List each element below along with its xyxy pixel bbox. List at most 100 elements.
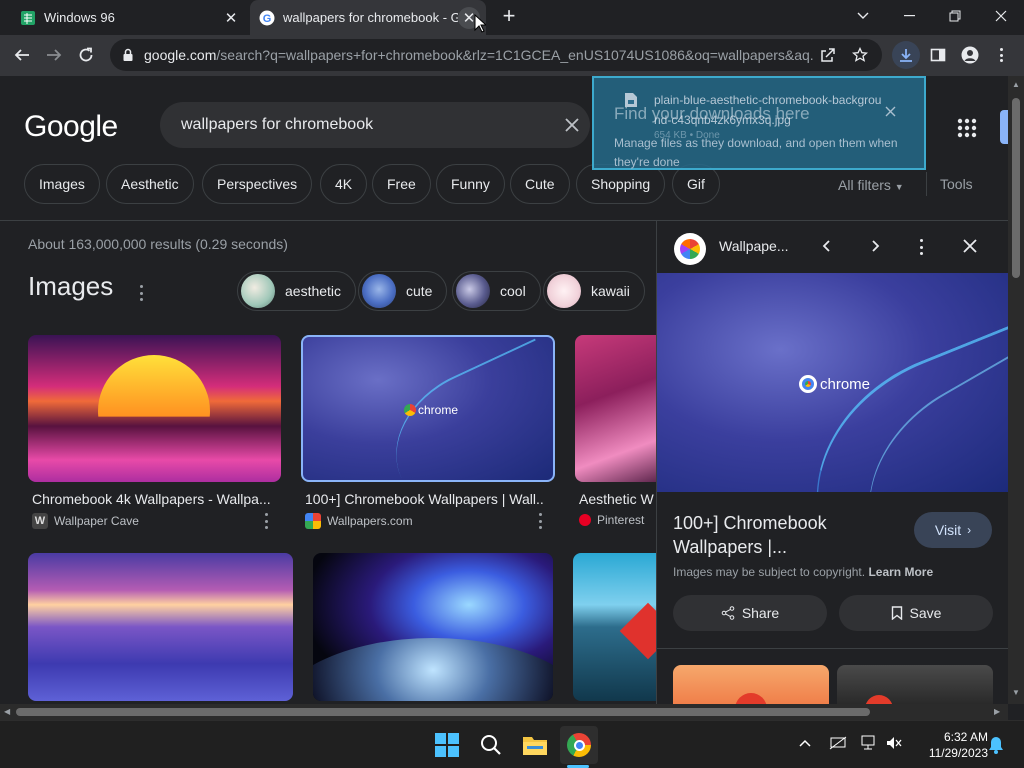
address-bar[interactable]: google.com/search?q=wallpapers+for+chrom… [110, 39, 882, 71]
filter-chip-free[interactable]: Free [372, 164, 431, 204]
google-apps-icon[interactable] [957, 118, 977, 138]
close-tab-icon[interactable]: ✕ [220, 7, 242, 29]
volume-muted-icon[interactable] [886, 736, 902, 750]
horizontal-scrollbar[interactable]: ◀ ▶ [0, 704, 1008, 720]
result-image-space[interactable] [313, 553, 553, 701]
download-icon [900, 49, 912, 62]
close-panel-icon[interactable] [963, 239, 977, 253]
learn-more-link[interactable]: Learn More [868, 565, 933, 579]
tab-windows-96[interactable]: Windows 96 ✕ [0, 0, 248, 35]
scroll-left-icon[interactable]: ◀ [4, 707, 10, 716]
profile-button[interactable] [956, 41, 984, 69]
result-caption[interactable]: 100+] Chromebook Wallpapers | Wall... [305, 491, 545, 507]
display-icon[interactable] [860, 735, 878, 751]
vertical-scrollbar[interactable]: ▲ ▼ [1008, 76, 1024, 704]
panel-preview-image[interactable]: chrome [657, 273, 1008, 492]
previous-icon[interactable] [819, 238, 835, 254]
forward-button[interactable] [40, 41, 68, 69]
file-explorer-button[interactable] [519, 729, 551, 761]
scroll-right-icon[interactable]: ▶ [994, 707, 1000, 716]
start-button[interactable] [431, 729, 463, 761]
chrome-taskbar-button[interactable] [560, 726, 598, 764]
images-heading: Images [28, 271, 114, 301]
close-window-button[interactable] [978, 0, 1024, 32]
system-clock[interactable]: 6:32 AM 11/29/2023 [916, 729, 988, 761]
tab-search-icon[interactable] [840, 0, 886, 32]
search-box[interactable]: wallpapers for chromebook [160, 102, 590, 148]
google-logo[interactable]: Google [24, 110, 118, 144]
thumb-chrome-label: chrome [404, 403, 458, 417]
share-button[interactable]: Share [673, 595, 827, 631]
related-chip-aesthetic[interactable]: aesthetic [237, 271, 357, 311]
panel-more-icon[interactable] [920, 239, 924, 255]
taskbar-search-button[interactable] [475, 729, 507, 761]
bookmark-icon [891, 606, 902, 620]
result-caption[interactable]: Chromebook 4k Wallpapers - Wallpa... [32, 491, 272, 507]
panel-site-name[interactable]: Wallpape... [719, 238, 789, 254]
filter-chip-aesthetic[interactable]: Aesthetic [106, 164, 194, 204]
result-source[interactable]: Wallpapers.com [305, 513, 413, 529]
search-input[interactable]: wallpapers for chromebook [181, 116, 554, 134]
reload-icon [79, 47, 93, 62]
vertical-scroll-thumb[interactable] [1012, 98, 1020, 278]
avatar-icon [961, 46, 979, 64]
filter-chip-funny[interactable]: Funny [436, 164, 505, 204]
tools-button[interactable]: Tools [940, 176, 973, 192]
new-tab-button[interactable]: + [497, 5, 521, 29]
chevron-up-icon[interactable] [799, 739, 811, 747]
filter-chip-perspectives[interactable]: Perspectives [202, 164, 313, 204]
result-more-icon[interactable] [539, 513, 543, 529]
reload-button[interactable] [72, 41, 100, 69]
result-image-chrome[interactable]: chrome [301, 335, 555, 482]
download-bubble[interactable]: plain-blue-aesthetic-chromebook-backgrou… [592, 76, 926, 170]
save-button[interactable]: Save [839, 595, 993, 631]
next-icon[interactable] [867, 238, 883, 254]
sign-in-button[interactable] [1000, 110, 1008, 144]
result-image-synthwave[interactable] [28, 335, 281, 482]
copyright-notice: Images may be subject to copyright. Lear… [673, 565, 933, 579]
bookmark-star-icon[interactable] [852, 47, 868, 63]
network-icon[interactable] [829, 736, 847, 750]
visit-label: Visit [934, 522, 962, 538]
result-caption[interactable]: Aesthetic W [579, 491, 659, 507]
minimize-button[interactable] [886, 0, 932, 32]
related-chip-cute[interactable]: cute [358, 271, 448, 311]
tab-google-search[interactable]: G wallpapers for chromebook - Google Sea… [250, 0, 486, 35]
images-more-icon[interactable] [140, 285, 144, 301]
share-page-icon[interactable] [820, 47, 836, 63]
downloads-button[interactable] [892, 41, 920, 69]
result-more-icon[interactable] [265, 513, 269, 529]
filter-chip-4k[interactable]: 4K [320, 164, 368, 204]
result-image-clouds[interactable] [28, 553, 293, 701]
result-image-aesthetic[interactable] [575, 335, 665, 482]
wallpapers-com-icon [305, 513, 321, 529]
related-image-2[interactable] [837, 665, 993, 704]
related-label: cool [500, 283, 526, 299]
result-source[interactable]: Pinterest [579, 513, 644, 527]
side-panel-icon [930, 48, 946, 62]
scroll-up-icon[interactable]: ▲ [1012, 80, 1020, 89]
mouse-cursor-icon [474, 14, 486, 33]
panel-result-title[interactable]: 100+] Chromebook Wallpapers |... [673, 511, 903, 559]
all-filters-button[interactable]: All filters ▼ [838, 177, 904, 193]
visit-button[interactable]: Visit › [914, 512, 992, 548]
related-chip-cool[interactable]: cool [452, 271, 541, 311]
scroll-down-icon[interactable]: ▼ [1012, 688, 1020, 697]
result-source[interactable]: W Wallpaper Cave [32, 513, 139, 529]
close-download-icon[interactable] [885, 106, 896, 117]
back-button[interactable] [8, 41, 36, 69]
windows-logo-icon [435, 733, 459, 757]
search-icon [481, 735, 501, 755]
filter-chip-cute[interactable]: Cute [510, 164, 570, 204]
related-chip-kawaii[interactable]: kawaii [543, 271, 645, 311]
chrome-menu-button[interactable] [988, 41, 1016, 69]
notification-bell-icon[interactable] [988, 736, 1004, 754]
filter-chip-images[interactable]: Images [24, 164, 100, 204]
result-image-ocean[interactable] [573, 553, 663, 701]
windows-taskbar: 6:32 AM 11/29/2023 [0, 720, 1024, 768]
restore-button[interactable] [932, 0, 978, 32]
side-panel-button[interactable] [924, 41, 952, 69]
related-image-1[interactable] [673, 665, 829, 704]
clear-search-icon[interactable] [554, 117, 590, 133]
horizontal-scroll-thumb[interactable] [16, 708, 870, 716]
